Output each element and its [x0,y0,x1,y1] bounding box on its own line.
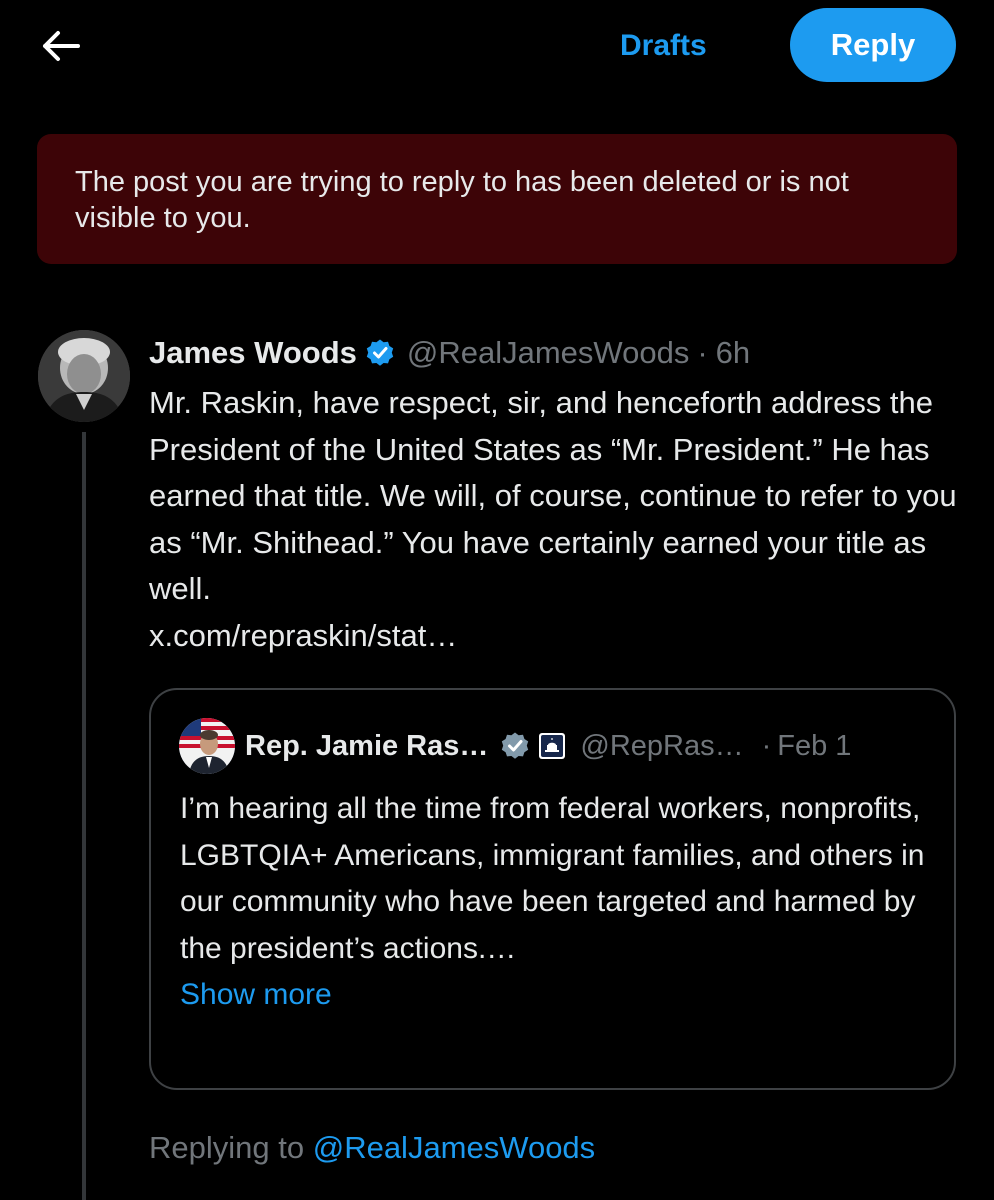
quoted-author-avatar [179,718,235,774]
post-text: Mr. Raskin, have respect, sir, and hence… [149,385,957,606]
verified-badge-icon [500,731,530,761]
reply-button[interactable]: Reply [790,8,956,82]
author-handle[interactable]: @RealJamesWoods [407,335,689,371]
replying-to-handle[interactable]: @RealJamesWoods [313,1130,595,1165]
quoted-author-photo [179,718,235,774]
deleted-post-alert: The post you are trying to reply to has … [37,134,957,264]
drafts-button[interactable]: Drafts [620,26,707,66]
quoted-post-text: I’m hearing all the time from federal wo… [180,792,925,965]
author-avatar[interactable] [38,330,130,422]
arrow-left-icon [40,30,80,62]
author-name[interactable]: James Woods [149,335,357,371]
capitol-badge-icon [538,732,566,760]
quoted-author-name: Rep. Jamie Ras… [245,729,489,762]
back-button[interactable] [38,26,82,66]
post-timestamp[interactable]: 6h [716,335,750,371]
verified-badge-icon [365,338,395,368]
post-link[interactable]: x.com/repraskin/stat… [149,613,969,660]
author-photo [38,330,130,422]
show-more-link[interactable]: Show more [180,972,940,1019]
separator-dot: · [697,335,708,370]
quoted-author-handle: @RepRas… [580,729,744,762]
separator-dot: · [761,729,772,762]
thread-connector-line [82,432,86,1200]
post-header: James Woods @RealJamesWoods · 6h [149,330,750,376]
quoted-post-date: Feb 1 [777,729,852,762]
quoted-post-card[interactable]: Rep. Jamie Ras… @RepRas… · Feb 1 I’m hea… [149,688,956,1090]
quoted-post-header: Rep. Jamie Ras… @RepRas… · Feb 1 [245,723,851,769]
replying-to-label: Replying to [149,1130,305,1165]
replying-to-line: Replying to @RealJamesWoods [149,1124,595,1172]
post-body: Mr. Raskin, have respect, sir, and hence… [149,380,969,659]
quoted-post-body: I’m hearing all the time from federal wo… [180,786,940,1019]
